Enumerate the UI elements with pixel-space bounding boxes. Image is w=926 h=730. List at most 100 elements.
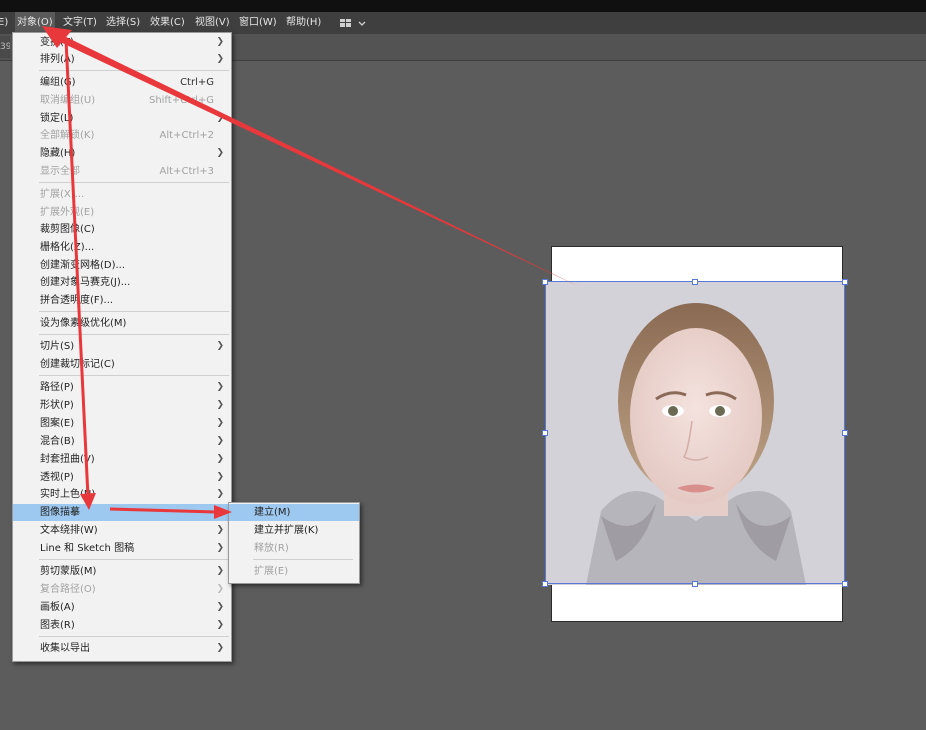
menu-item-label: 复合路径(O): [40, 584, 96, 595]
menu-item-compound-path[interactable]: 复合路径(O) ❯: [13, 581, 231, 598]
chevron-right-icon: ❯: [216, 37, 224, 47]
menu-item-label: 画板(A): [40, 602, 75, 613]
resize-handle[interactable]: [542, 430, 548, 436]
menu-item-group[interactable]: 编组(G) Ctrl+G: [13, 74, 231, 91]
menu-item-lock[interactable]: 锁定(L) ❯: [13, 110, 231, 127]
menu-item-shape[interactable]: 形状(P) ❯: [13, 397, 231, 414]
menu-item-label: 路径(P): [40, 382, 74, 393]
resize-handle[interactable]: [542, 581, 548, 587]
menu-item-label: 封套扭曲(V): [40, 454, 95, 465]
menu-item-perspective[interactable]: 透视(P) ❯: [13, 469, 231, 486]
chevron-right-icon: ❯: [216, 418, 224, 428]
menu-item-pixel-perfect[interactable]: 设为像素级优化(M): [13, 315, 231, 332]
chevron-right-icon: ❯: [216, 454, 224, 464]
menu-help[interactable]: 帮助(H): [286, 12, 321, 34]
menu-item-unlock-all[interactable]: 全部解锁(K) Alt+Ctrl+2: [13, 127, 231, 144]
chevron-right-icon: ❯: [216, 507, 224, 517]
menu-item-label: 隐藏(H): [40, 148, 76, 159]
resize-handle[interactable]: [842, 279, 848, 285]
menu-item-pattern[interactable]: 图案(E) ❯: [13, 415, 231, 432]
menu-item-crop-image[interactable]: 裁剪图像(C): [13, 221, 231, 238]
window-top-strip: [0, 0, 926, 12]
chevron-right-icon: ❯: [216, 643, 224, 653]
menu-item-path[interactable]: 路径(P) ❯: [13, 379, 231, 396]
menu-item-label: 透视(P): [40, 472, 74, 483]
object-menu: 变换(T) ❯ 排列(A) ❯ 编组(G) Ctrl+G 取消编组(U) Shift+C…: [12, 32, 232, 662]
resize-handle[interactable]: [692, 581, 698, 587]
menu-item-envelope-distort[interactable]: 封套扭曲(V) ❯: [13, 451, 231, 468]
resize-handle[interactable]: [692, 279, 698, 285]
menu-item-label: 建立并扩展(K): [254, 525, 319, 536]
chevron-right-icon: ❯: [216, 584, 224, 594]
menu-item-label: 锁定(L): [40, 113, 74, 124]
menu-item-label: 裁剪图像(C): [40, 224, 95, 235]
menu-select[interactable]: 选择(S): [106, 12, 140, 34]
chevron-right-icon: ❯: [216, 489, 224, 499]
chevron-right-icon: ❯: [216, 566, 224, 576]
resize-handle[interactable]: [842, 581, 848, 587]
menu-item-image-trace[interactable]: 图像描摹 ❯: [13, 504, 231, 521]
menu-item-hide[interactable]: 隐藏(H) ❯: [13, 145, 231, 162]
menu-item-arrange[interactable]: 排列(A) ❯: [13, 51, 231, 68]
menu-type[interactable]: 文字(T): [63, 12, 97, 34]
menu-item-slice[interactable]: 切片(S) ❯: [13, 338, 231, 355]
menu-item-label: 扩展(E): [254, 566, 289, 577]
menu-item-expand[interactable]: 扩展(X)...: [13, 186, 231, 203]
menu-item-create-gradient-mesh[interactable]: 创建渐变网格(D)...: [13, 257, 231, 274]
menu-item-create-object-mosaic[interactable]: 创建对象马赛克(J)...: [13, 274, 231, 291]
chevron-down-icon: [358, 21, 366, 26]
document-tab[interactable]: 39: [0, 36, 10, 58]
menu-item-label: 创建渐变网格(D)...: [40, 260, 126, 271]
menu-item-expand-appearance[interactable]: 扩展外观(E): [13, 204, 231, 221]
menu-item-label: 图表(R): [40, 620, 75, 631]
submenu-item-make-and-expand[interactable]: 建立并扩展(K): [229, 522, 359, 539]
menu-item-label: 扩展(X)...: [40, 189, 85, 200]
menu-item-text-wrap[interactable]: 文本绕排(W) ❯: [13, 522, 231, 539]
submenu-item-make[interactable]: 建立(M): [229, 504, 359, 521]
menu-item-label: Line 和 Sketch 图稿: [40, 543, 135, 554]
menu-edit[interactable]: E): [0, 12, 8, 34]
menu-divider: [39, 311, 229, 312]
menu-item-flatten-transparency[interactable]: 拼合透明度(F)...: [13, 292, 231, 309]
chevron-right-icon: ❯: [216, 400, 224, 410]
menu-item-label: 编组(G): [40, 77, 76, 88]
menu-divider: [253, 559, 353, 560]
submenu-item-release[interactable]: 释放(R): [229, 540, 359, 557]
submenu-item-expand[interactable]: 扩展(E): [229, 563, 359, 580]
menu-window[interactable]: 窗口(W): [239, 12, 277, 34]
menu-divider: [39, 375, 229, 376]
menu-object[interactable]: 对象(O): [15, 12, 55, 34]
menu-effect[interactable]: 效果(C): [150, 12, 185, 34]
menu-item-show-all[interactable]: 显示全部 Alt+Ctrl+3: [13, 163, 231, 180]
menu-item-artboards[interactable]: 画板(A) ❯: [13, 599, 231, 616]
menu-divider: [39, 334, 229, 335]
resize-handle[interactable]: [542, 279, 548, 285]
menu-item-label: 文本绕排(W): [40, 525, 98, 536]
menu-item-label: 实时上色(N): [40, 489, 96, 500]
menu-item-ungroup[interactable]: 取消编组(U) Shift+Ctrl+G: [13, 92, 231, 109]
menu-item-label: 剪切蒙版(M): [40, 566, 97, 577]
menu-item-label: 取消编组(U): [40, 95, 96, 106]
menu-item-collect-for-export[interactable]: 收集以导出 ❯: [13, 640, 231, 657]
chevron-right-icon: ❯: [216, 148, 224, 158]
menu-item-transform[interactable]: 变换(T) ❯: [13, 34, 231, 51]
menu-item-label: 扩展外观(E): [40, 207, 95, 218]
resize-handle[interactable]: [842, 430, 848, 436]
menu-item-line-sketch-art[interactable]: Line 和 Sketch 图稿 ❯: [13, 540, 231, 557]
menu-item-label: 拼合透明度(F)...: [40, 295, 114, 306]
menu-item-graph[interactable]: 图表(R) ❯: [13, 617, 231, 634]
menu-item-create-trim-marks[interactable]: 创建裁切标记(C): [13, 356, 231, 373]
menu-item-clipping-mask[interactable]: 剪切蒙版(M) ❯: [13, 563, 231, 580]
menu-item-label: 切片(S): [40, 341, 75, 352]
menu-item-label: 图像描摹: [40, 507, 80, 518]
menu-item-rasterize[interactable]: 栅格化(Z)...: [13, 239, 231, 256]
menu-item-label: 创建裁切标记(C): [40, 359, 115, 370]
menu-divider: [39, 559, 229, 560]
image-trace-submenu: 建立(M) 建立并扩展(K) 释放(R) 扩展(E): [228, 502, 360, 584]
menu-view[interactable]: 视图(V): [195, 12, 230, 34]
menu-item-live-paint[interactable]: 实时上色(N) ❯: [13, 486, 231, 503]
workspace-switcher[interactable]: [338, 12, 368, 34]
menu-item-blend[interactable]: 混合(B) ❯: [13, 433, 231, 450]
menu-item-label: 栅格化(Z)...: [40, 242, 95, 253]
menu-item-label: 形状(P): [40, 400, 74, 411]
